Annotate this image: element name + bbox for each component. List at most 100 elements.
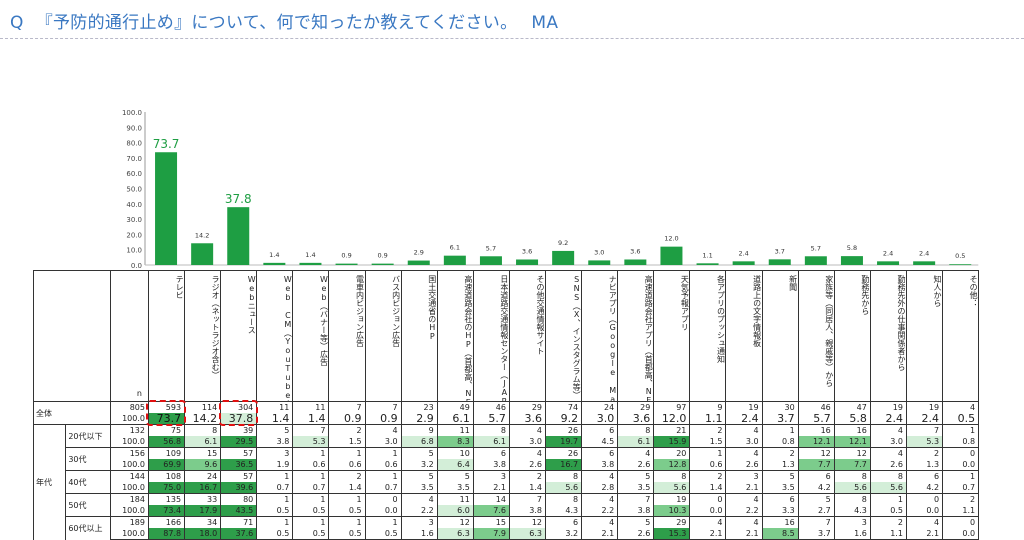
bar bbox=[732, 261, 755, 265]
count-cell: 8 bbox=[472, 424, 510, 436]
count-cell: 5 bbox=[400, 447, 438, 459]
y-tick-label: 30.0 bbox=[126, 216, 142, 224]
pct-cell: 12.0 bbox=[653, 413, 691, 425]
pct-cell: 2.9 bbox=[400, 413, 438, 425]
bar-value-label: 5.8 bbox=[847, 244, 857, 252]
count-cell: 4 bbox=[581, 470, 619, 482]
pct-cell: 0.5 bbox=[364, 528, 402, 540]
pct-cell: 3.2 bbox=[400, 459, 438, 471]
bar bbox=[191, 243, 214, 265]
pct-cell: 0.7 bbox=[942, 482, 980, 494]
pct-cell: 1.9 bbox=[256, 459, 294, 471]
n-header: n bbox=[109, 270, 149, 402]
y-tick-label: 80.0 bbox=[126, 140, 142, 148]
count-cell: 5 bbox=[617, 470, 655, 482]
bar bbox=[840, 256, 863, 265]
pct-cell: 1.4 bbox=[256, 413, 294, 425]
count-cell: 1 bbox=[292, 470, 330, 482]
count-cell: 33 bbox=[184, 493, 222, 505]
count-cell: 3 bbox=[400, 516, 438, 528]
count-cell: 5 bbox=[400, 470, 438, 482]
count-cell: 16 bbox=[797, 424, 835, 436]
count-cell: 57 bbox=[220, 470, 258, 482]
bar-value-label: 3.6 bbox=[522, 247, 532, 255]
pct-cell: 2.6 bbox=[617, 528, 655, 540]
bar-value-label: 12.0 bbox=[664, 235, 678, 243]
pct-cell: 6.3 bbox=[436, 528, 474, 540]
count-cell: 80 bbox=[220, 493, 258, 505]
count-cell: 2 bbox=[508, 470, 547, 482]
count-cell: 4 bbox=[905, 516, 944, 528]
column-header: SNS（X、インスタグラム等） bbox=[545, 270, 583, 402]
count-cell: 11 bbox=[256, 401, 294, 413]
count-cell: 4 bbox=[617, 447, 655, 459]
count-cell: 7 bbox=[364, 401, 402, 413]
pct-cell: 3.5 bbox=[436, 482, 474, 494]
pct-cell: 43.5 bbox=[220, 505, 258, 517]
pct-cell: 3.5 bbox=[617, 482, 655, 494]
count-cell: 2 bbox=[942, 493, 980, 505]
bar bbox=[696, 263, 719, 265]
count-cell: 2 bbox=[905, 447, 944, 459]
pct-cell: 0.8 bbox=[942, 436, 980, 448]
count-cell: 46 bbox=[797, 401, 835, 413]
count-cell: 2 bbox=[328, 470, 366, 482]
count-cell: 1 bbox=[256, 493, 294, 505]
count-cell: 108 bbox=[147, 470, 186, 482]
count-cell: 19 bbox=[869, 401, 907, 413]
row-label: 30代 bbox=[65, 447, 111, 471]
bar bbox=[479, 256, 502, 265]
count-cell: 4 bbox=[400, 493, 438, 505]
count-cell: 97 bbox=[653, 401, 691, 413]
pct-cell: 7.9 bbox=[472, 528, 510, 540]
pct-cell: 3.8 bbox=[472, 459, 510, 471]
pct-cell: 69.9 bbox=[147, 459, 186, 471]
bar-value-label: 5.7 bbox=[486, 244, 496, 252]
y-tick-label: 10.0 bbox=[126, 247, 142, 255]
pct-cell: 6.0 bbox=[436, 505, 474, 517]
pct-cell: 14.2 bbox=[184, 413, 222, 425]
bar bbox=[877, 261, 900, 265]
bar bbox=[804, 256, 827, 265]
count-cell: 19 bbox=[905, 401, 944, 413]
pct-cell: 1.5 bbox=[689, 436, 727, 448]
bar-value-label: 14.2 bbox=[195, 231, 209, 239]
column-header: 勤務先から bbox=[833, 270, 871, 402]
column-header: 天気予報アプリ bbox=[653, 270, 691, 402]
bar bbox=[913, 261, 936, 265]
count-cell: 2 bbox=[689, 470, 727, 482]
pct-cell: 2.6 bbox=[508, 459, 547, 471]
row-n: 132 bbox=[109, 424, 149, 436]
count-cell: 7 bbox=[797, 516, 835, 528]
pct-cell: 15.3 bbox=[653, 528, 691, 540]
count-cell: 0 bbox=[942, 447, 980, 459]
count-cell: 8 bbox=[869, 470, 907, 482]
pct-cell: 0.6 bbox=[689, 459, 727, 471]
count-cell: 29 bbox=[653, 516, 691, 528]
pct-cell: 4.2 bbox=[797, 482, 835, 494]
bar bbox=[516, 259, 539, 265]
count-cell: 1 bbox=[689, 447, 727, 459]
pct-cell: 2.1 bbox=[689, 528, 727, 540]
count-cell: 11 bbox=[436, 493, 474, 505]
pct-cell: 0.0 bbox=[942, 528, 980, 540]
column-header: Webニュース bbox=[220, 270, 258, 402]
count-cell: 9 bbox=[689, 401, 727, 413]
row-label: 40代 bbox=[65, 470, 111, 494]
pct-cell: 7.7 bbox=[833, 459, 871, 471]
bar bbox=[768, 259, 791, 265]
bar bbox=[335, 263, 358, 265]
column-header: 家族等（同居人、親戚等）から bbox=[797, 270, 835, 402]
pct-cell: 37.8 bbox=[220, 413, 258, 425]
bar-value-label: 0.9 bbox=[341, 252, 351, 260]
pct-cell: 39.6 bbox=[220, 482, 258, 494]
y-tick-label: 0.0 bbox=[131, 262, 142, 270]
pct-cell: 3.6 bbox=[617, 413, 655, 425]
count-cell: 1 bbox=[869, 493, 907, 505]
count-cell: 4 bbox=[942, 401, 980, 413]
pct-cell: 0.5 bbox=[869, 505, 907, 517]
row-label: 50代 bbox=[65, 493, 111, 517]
row-n: 156 bbox=[109, 447, 149, 459]
bar-value-label: 3.0 bbox=[594, 248, 604, 256]
count-cell: 23 bbox=[400, 401, 438, 413]
